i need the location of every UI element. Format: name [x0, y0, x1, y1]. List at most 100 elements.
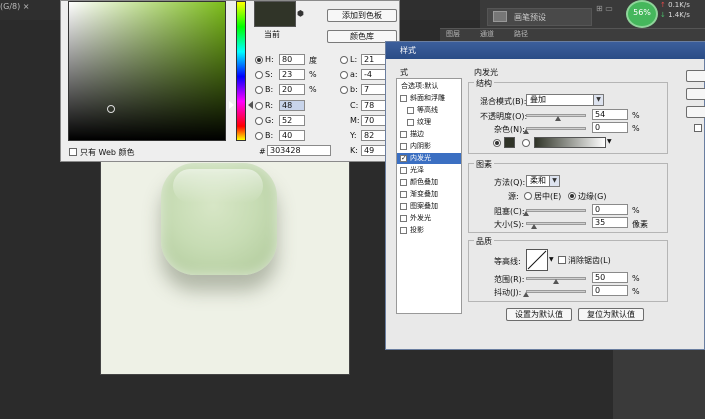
range-unit: % [632, 274, 640, 283]
section-title: 内发光 [472, 67, 500, 78]
h-field[interactable]: 80 [279, 54, 305, 65]
list-item-pattern-overlay[interactable]: 图案叠加 [397, 201, 461, 212]
document-tab[interactable]: (G/8) × [0, 2, 29, 11]
radio-b-lab[interactable] [340, 86, 348, 94]
b-field[interactable]: 20 [279, 84, 305, 95]
list-item-texture[interactable]: 纹理 [397, 117, 461, 128]
upload-speed: 0.1K/s [668, 1, 690, 9]
cancel-button[interactable] [686, 88, 705, 100]
opacity-slider-thumb[interactable] [555, 116, 562, 121]
layer-style-dialog: 样式 式 合选项:默认 斜面和浮雕 等高线 纹理 描边 内阴影 内发光 光泽 颜… [385, 41, 705, 350]
s-field[interactable]: 23 [279, 69, 305, 80]
choke-label: 阻塞(C): [494, 207, 525, 216]
solid-color-radio[interactable] [493, 139, 501, 147]
list-item-satin[interactable]: 光泽 [397, 165, 461, 176]
styles-list: 合选项:默认 斜面和浮雕 等高线 纹理 描边 内阴影 内发光 光泽 颜色叠加 渐… [396, 78, 462, 314]
size-label: 大小(S): [494, 220, 525, 229]
list-item-stroke[interactable]: 描边 [397, 129, 461, 140]
radio-a[interactable] [340, 71, 348, 79]
source-center-radio[interactable] [524, 192, 532, 200]
method-select[interactable]: 柔和 ▼ [526, 175, 560, 187]
gradient-radio[interactable] [522, 139, 530, 147]
color-marker[interactable] [107, 105, 115, 113]
opacity-field[interactable]: 54 [592, 109, 628, 120]
radio-s[interactable] [255, 71, 263, 79]
radio-b[interactable] [255, 86, 263, 94]
choke-slider[interactable] [526, 209, 586, 212]
reset-default-button[interactable]: 复位为默认值 [578, 308, 644, 321]
list-item-inner-shadow[interactable]: 内阴影 [397, 141, 461, 152]
gamut-cube-icon[interactable]: ⬢ [297, 9, 304, 18]
h-unit: 度 [309, 56, 317, 65]
saturation-brightness-field[interactable] [68, 1, 226, 141]
elements-label: 图素 [474, 159, 494, 170]
list-item-blending-options[interactable]: 合选项:默认 [397, 81, 461, 92]
glow-gradient-picker[interactable] [534, 137, 606, 148]
document-canvas[interactable] [100, 150, 350, 375]
choke-field[interactable]: 0 [592, 204, 628, 215]
range-field[interactable]: 50 [592, 272, 628, 283]
web-only-checkbox[interactable] [69, 148, 77, 156]
contour-curve-icon [527, 250, 547, 270]
list-item-contour[interactable]: 等高线 [397, 105, 461, 116]
list-item-drop-shadow[interactable]: 投影 [397, 225, 461, 236]
m-field[interactable]: 70 [361, 115, 387, 126]
hex-field[interactable]: 303428 [267, 145, 331, 156]
radio-g[interactable] [255, 117, 263, 125]
chevron-down-icon: ▼ [549, 176, 559, 186]
blend-mode-select[interactable]: 叠加 ▼ [526, 94, 604, 106]
ok-button[interactable] [686, 70, 705, 82]
list-item-outer-glow[interactable]: 外发光 [397, 213, 461, 224]
choke-slider-thumb[interactable] [523, 211, 529, 216]
b-unit: % [309, 85, 317, 94]
glow-color-swatch[interactable] [504, 137, 515, 148]
radio-b-rgb[interactable] [255, 132, 263, 140]
new-style-button[interactable] [686, 106, 705, 118]
contour-picker[interactable] [526, 249, 548, 271]
preview-checkbox[interactable] [694, 124, 702, 132]
radio-r[interactable] [255, 102, 263, 110]
noise-slider[interactable] [526, 127, 586, 130]
b-rgb-label: B: [265, 131, 274, 140]
size-slider-thumb[interactable] [531, 224, 538, 229]
jitter-slider[interactable] [526, 290, 586, 293]
source-center-label: 居中(E) [534, 192, 562, 201]
size-field[interactable]: 35 [592, 217, 628, 228]
noise-slider-thumb[interactable] [523, 129, 529, 134]
panel-icons[interactable]: ⊞ ▭ [596, 4, 613, 13]
current-color-label: 当前 [264, 30, 280, 39]
list-item-inner-glow[interactable]: 内发光 [397, 153, 461, 164]
s-unit: % [309, 70, 317, 79]
range-label: 范围(R): [494, 275, 525, 284]
hue-slider-handle-left[interactable] [229, 101, 234, 109]
radio-h[interactable] [255, 56, 263, 64]
add-to-swatches-button[interactable]: 添加到色板 [327, 9, 397, 22]
tab-paths[interactable]: 路径 [514, 30, 528, 38]
make-default-button[interactable]: 设置为默认值 [506, 308, 572, 321]
list-item-bevel-emboss[interactable]: 斜面和浮雕 [397, 93, 461, 104]
y-field[interactable]: 82 [361, 130, 387, 141]
contour-dropdown-icon[interactable]: ▼ [549, 256, 554, 263]
tab-channels[interactable]: 通道 [480, 30, 494, 38]
list-item-gradient-overlay[interactable]: 渐变叠加 [397, 189, 461, 200]
anti-alias-checkbox[interactable] [558, 256, 566, 264]
source-edge-radio[interactable] [568, 192, 576, 200]
k-field[interactable]: 49 [361, 145, 387, 156]
radio-l[interactable] [340, 56, 348, 64]
r-field[interactable]: 48 [279, 100, 305, 111]
c-field[interactable]: 78 [361, 100, 387, 111]
jitter-slider-thumb[interactable] [523, 292, 529, 297]
tab-layers[interactable]: 图层 [446, 30, 460, 38]
jelly-highlight [173, 169, 263, 203]
list-item-color-overlay[interactable]: 颜色叠加 [397, 177, 461, 188]
noise-field[interactable]: 0 [592, 122, 628, 133]
range-slider-thumb[interactable] [553, 279, 559, 284]
performance-badge: 56% [626, 0, 658, 28]
gradient-dropdown-icon[interactable]: ▼ [607, 138, 612, 145]
hue-slider[interactable] [236, 1, 246, 141]
b-rgb-field[interactable]: 40 [279, 130, 305, 141]
jitter-field[interactable]: 0 [592, 285, 628, 296]
g-field[interactable]: 52 [279, 115, 305, 126]
download-speed: 1.4K/s [668, 11, 690, 19]
hue-slider-handle-right[interactable] [248, 101, 253, 109]
